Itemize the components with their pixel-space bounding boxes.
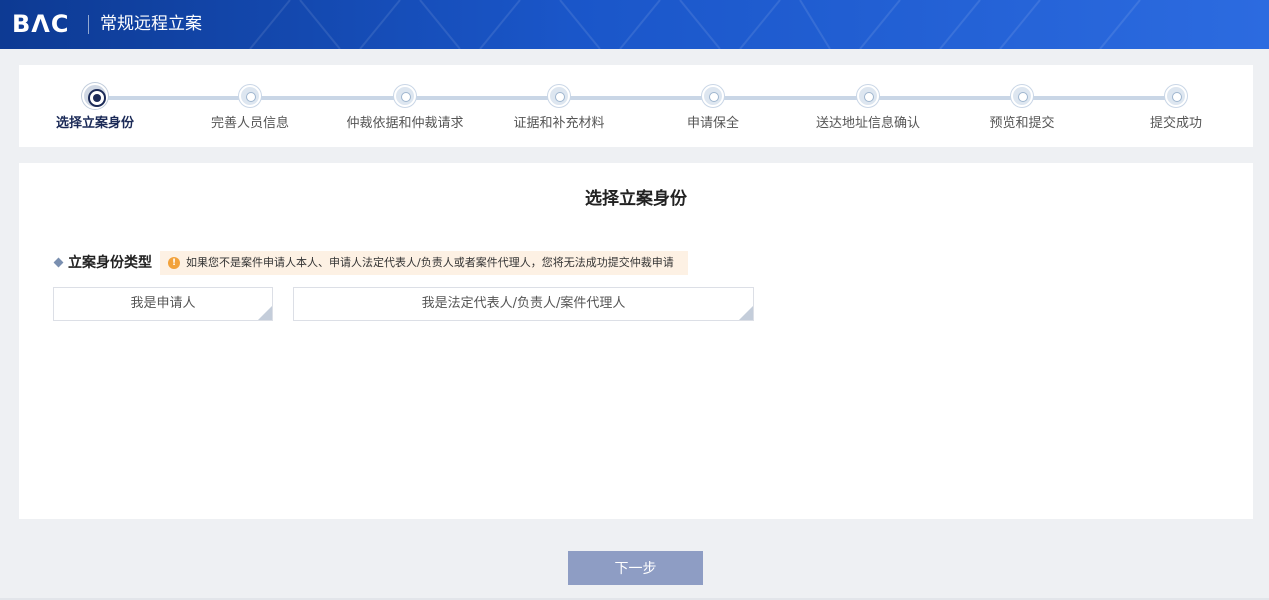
diamond-bullet-icon — [53, 257, 64, 268]
option-applicant[interactable]: 我是申请人 — [53, 287, 273, 321]
step-label: 预览和提交 — [989, 116, 1055, 131]
step-preview-submit: 预览和提交 — [962, 85, 1082, 133]
step-complete-personnel-info: 完善人员信息 — [190, 85, 310, 133]
bac-logo: BΛC — [12, 10, 70, 38]
option-legal-representative-agent[interactable]: 我是法定代表人/负责人/案件代理人 — [293, 287, 754, 321]
step-label: 证据和补充材料 — [513, 116, 605, 131]
step-label: 仲裁依据和仲裁请求 — [346, 116, 464, 131]
step-pending-icon — [239, 85, 261, 107]
main-panel: 选择立案身份 立案身份类型 ! 如果您不是案件申请人本人、申请人法定代表人/负责… — [19, 163, 1253, 519]
step-label: 完善人员信息 — [210, 116, 289, 131]
step-address-confirm: 送达地址信息确认 — [808, 85, 928, 133]
step-pending-icon — [1165, 85, 1187, 107]
warning-text: 如果您不是案件申请人本人、申请人法定代表人/负责人或者案件代理人，您将无法成功提… — [186, 256, 674, 269]
option-label: 我是申请人 — [130, 296, 196, 311]
warning-notice: ! 如果您不是案件申请人本人、申请人法定代表人/负责人或者案件代理人，您将无法成… — [160, 251, 688, 275]
option-label: 我是法定代表人/负责人/案件代理人 — [421, 296, 626, 311]
step-label: 送达地址信息确认 — [815, 116, 920, 131]
step-pending-icon — [548, 85, 570, 107]
step-arbitration-basis: 仲裁依据和仲裁请求 — [345, 85, 465, 133]
next-step-button[interactable]: 下一步 — [568, 551, 703, 585]
step-pending-icon — [1011, 85, 1033, 107]
section-title: 选择立案身份 — [585, 189, 687, 209]
step-label: 提交成功 — [1149, 116, 1202, 131]
step-preservation: 申请保全 — [653, 85, 773, 133]
step-submit-success: 提交成功 — [1116, 85, 1236, 133]
corner-triangle-icon — [739, 306, 753, 320]
header-divider — [88, 15, 89, 34]
step-active-icon — [82, 83, 108, 109]
field-label: 立案身份类型 — [68, 255, 152, 271]
step-pending-icon — [857, 85, 879, 107]
step-label: 选择立案身份 — [55, 116, 134, 131]
corner-triangle-icon — [258, 306, 272, 320]
page-title: 常规远程立案 — [100, 14, 202, 34]
step-pending-icon — [394, 85, 416, 107]
step-label: 申请保全 — [686, 116, 739, 131]
top-header: BΛC 常规远程立案 — [0, 0, 1269, 49]
step-progress-panel: 选择立案身份 完善人员信息 仲裁依据和仲裁请求 证据和补充材料 申请保全 送达地… — [19, 65, 1253, 147]
warning-icon: ! — [168, 257, 180, 269]
step-evidence: 证据和补充材料 — [499, 85, 619, 133]
step-select-identity: 选择立案身份 — [35, 83, 155, 133]
step-pending-icon — [702, 85, 724, 107]
